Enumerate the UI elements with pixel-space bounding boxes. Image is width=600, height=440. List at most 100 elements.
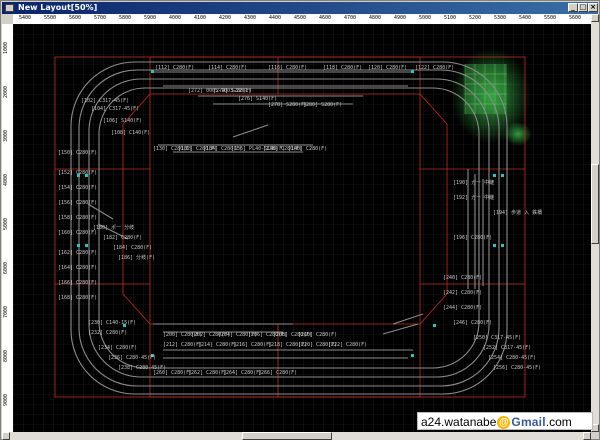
track-label: [154] C280(F) <box>58 185 97 191</box>
ruler-top-label: 4100 <box>194 15 207 21</box>
track-label: [266] C280(F) <box>258 370 297 376</box>
ruler-top-label: 5600 <box>569 15 582 21</box>
track-label: [158] C280(F) <box>58 215 97 221</box>
track-label: [162] C280(F) <box>58 250 97 256</box>
scroll-up-icon[interactable] <box>591 14 599 22</box>
track-label: [230] C140-15(F) <box>88 320 136 326</box>
vertical-scroll-thumb[interactable] <box>591 164 599 244</box>
track-label: [120] C280(F) <box>368 65 407 71</box>
ruler-top-label: 4400 <box>269 15 282 21</box>
email-watermark: a24.watanabe @ Gmail.com <box>417 412 593 430</box>
track-label: [108] C140(F) <box>111 130 150 136</box>
ruler-left-label: 7000 <box>3 305 9 318</box>
ruler-corner <box>2 14 13 24</box>
watermark-user: a24.watanabe <box>421 415 497 429</box>
track-label: [232] C280(F) <box>88 330 127 336</box>
vertical-scrollbar[interactable] <box>591 14 599 432</box>
ruler-left-label: 2000 <box>3 85 9 98</box>
horizontal-scroll-thumb[interactable] <box>242 432 332 440</box>
track-label: [114] C280(F) <box>208 65 247 71</box>
ruler-top-label: 4000 <box>169 15 182 21</box>
maximize-icon[interactable]: □ <box>578 3 588 12</box>
ruler-top-label: 5900 <box>144 15 157 21</box>
track-label: [280] S280(F) <box>303 102 342 108</box>
track-label: [240] C280(F) <box>443 275 482 281</box>
ruler-top-label: 4200 <box>219 15 232 21</box>
ruler-left-label: 9000 <box>3 393 9 406</box>
track-label: [102] C317-45(F) <box>81 98 129 104</box>
track-label: [156] C280(F) <box>58 200 97 206</box>
ruler-top-label: 5500 <box>44 15 57 21</box>
track-label: [194] 歩道 入 鉄橋 <box>493 209 542 216</box>
ruler-top-label: 5600 <box>69 15 82 21</box>
title-bar: New Layout[50%] _ □ × <box>2 2 598 14</box>
ruler-top-label: 5000 <box>419 15 432 21</box>
track-label: [250] C317-45(F) <box>473 335 521 341</box>
track-label: [274] S280(F) <box>213 88 252 94</box>
track-label: [196] C280(F) <box>453 235 492 241</box>
track-label: [214] C280(F) <box>198 342 237 348</box>
track-plan[interactable]: [112] C280(F) [114] C280(F) [116] C280(F) [… <box>13 24 591 432</box>
track-label: [106] S140(F) <box>103 118 142 124</box>
ruler-top-label: 5800 <box>119 15 132 21</box>
app-icon <box>5 4 14 12</box>
layout-canvas[interactable]: [112] C280(F) [114] C280(F) [116] C280(F) [… <box>13 24 591 432</box>
track-label: [260] C280(F) <box>153 370 192 376</box>
track-label: [166] C280(F) <box>58 280 97 286</box>
track-label: [182] C280(F) <box>103 235 142 241</box>
close-icon[interactable]: × <box>588 3 598 12</box>
minimize-icon[interactable]: _ <box>568 3 578 12</box>
ruler-left-label: 5000 <box>3 217 9 230</box>
track-label: [210] C280(F) <box>298 332 337 338</box>
watermark-tld: .com <box>545 415 572 429</box>
window-title: New Layout[50%] <box>18 3 98 12</box>
track-label: [222] C280(F) <box>328 342 367 348</box>
ruler-top-label: 4600 <box>319 15 332 21</box>
track-label: [118] C280(F) <box>323 65 362 71</box>
track-label: [112] C280(F) <box>155 65 194 71</box>
track-label: [160] C280(F) <box>58 230 97 236</box>
track-label: [254] C280-45(F) <box>488 355 536 361</box>
track-label: [104] C317-45(F) <box>91 106 139 112</box>
track-label: [246] C280(F) <box>453 320 492 326</box>
track-label: [264] C280(F) <box>223 370 262 376</box>
track-label: [184] C280(F) <box>113 245 152 251</box>
watermark-brand: Gmail <box>511 415 546 429</box>
track-label: [216] C280(F) <box>233 342 272 348</box>
track-label: [122] C280(F) <box>415 65 454 71</box>
ruler-top-label: 5200 <box>469 15 482 21</box>
track-label: [186] 分岐(F) <box>118 254 155 261</box>
track-label: [262] C280(F) <box>188 370 227 376</box>
track-label: [278] S280(F) <box>268 102 307 108</box>
ruler-left-label: 3000 <box>3 129 9 142</box>
ruler-top-label: 4700 <box>344 15 357 21</box>
ruler-top-label: 5400 <box>519 15 532 21</box>
track-label: [140] C280(F) <box>288 146 327 152</box>
track-label: [256] C280-45(F) <box>493 365 541 371</box>
track-label: [180] ポー 分岐 <box>93 224 134 231</box>
scroll-right-icon[interactable] <box>583 432 591 440</box>
track-label: [192] ガー 中継 <box>453 194 494 201</box>
horizontal-scrollbar[interactable] <box>2 432 591 440</box>
ruler-top-label: 5400 <box>19 15 32 21</box>
track-label: [116] C280(F) <box>268 65 307 71</box>
track-label: [168] C280(F) <box>58 295 97 301</box>
track-label: [190] ガー 中継 <box>453 179 494 186</box>
scroll-left-icon[interactable] <box>2 432 10 440</box>
track-label: [244] C280(F) <box>443 305 482 311</box>
track-label: [252] C317-45(F) <box>483 345 531 351</box>
watermark-at-icon: @ <box>497 416 511 430</box>
ruler-top-label: 4500 <box>294 15 307 21</box>
track-label: [236] C280-45(F) <box>108 355 156 361</box>
ruler-top-label: 4800 <box>369 15 382 21</box>
track-label: [212] C280(F) <box>163 342 202 348</box>
track-label: [234] C280(F) <box>98 345 137 351</box>
ruler-top-label: 5700 <box>94 15 107 21</box>
ruler-left-label: 4000 <box>3 173 9 186</box>
track-label: [150] C280(F) <box>58 150 97 156</box>
ruler-top-label: 5100 <box>444 15 457 21</box>
ruler-left-label: 6000 <box>3 261 9 274</box>
ruler-top-label: 4900 <box>394 15 407 21</box>
ruler-top-label: 4300 <box>244 15 257 21</box>
ruler-top-label: 5500 <box>544 15 557 21</box>
